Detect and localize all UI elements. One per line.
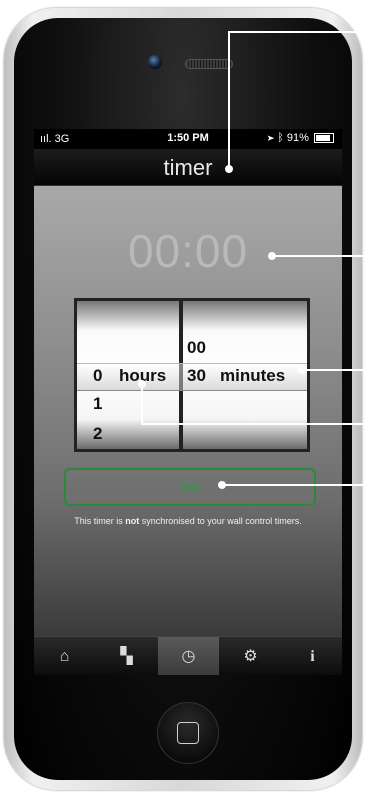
callout-dot bbox=[298, 366, 306, 374]
callout-line bbox=[228, 31, 230, 169]
status-bar: ııl. 3G 1:50 PM ➤ ᛒ 91% bbox=[34, 129, 342, 149]
screen: ııl. 3G 1:50 PM ➤ ᛒ 91% timer 00:00 0 ho… bbox=[34, 129, 342, 675]
callout-dot bbox=[138, 380, 146, 388]
sync-note-text: synchronised to your wall control timers… bbox=[139, 516, 302, 526]
callout-line bbox=[272, 255, 371, 257]
location-icon: ➤ bbox=[267, 132, 275, 144]
minutes-unit-label: minutes bbox=[220, 366, 286, 385]
timer-content: 00:00 0 hours 1 2 00 30 minutes Set This… bbox=[34, 186, 342, 636]
bluetooth-icon: ᛒ bbox=[277, 132, 284, 144]
status-right: ➤ ᛒ 91% bbox=[268, 132, 334, 144]
timer-display: 00:00 bbox=[127, 225, 249, 277]
callout-line bbox=[141, 384, 143, 425]
sync-note-emphasis: not bbox=[125, 516, 140, 526]
tab-timer[interactable]: ◷ bbox=[158, 637, 219, 675]
minutes-selected: 30 bbox=[187, 366, 206, 385]
sync-note-text: This timer is bbox=[74, 516, 126, 526]
hours-selected: 0 bbox=[93, 366, 103, 385]
tab-settings[interactable]: ⚙ bbox=[220, 637, 281, 675]
page-title: timer bbox=[34, 149, 342, 186]
battery-icon bbox=[314, 133, 334, 144]
tab-dashboard[interactable]: ▚ bbox=[96, 637, 157, 675]
timer-icon: ◷ bbox=[181, 648, 196, 665]
callout-line bbox=[228, 31, 371, 33]
info-icon: i bbox=[310, 648, 315, 665]
sync-note: This timer is not synchronised to your w… bbox=[68, 515, 308, 528]
set-button[interactable]: Set bbox=[64, 468, 316, 506]
callout-dot bbox=[225, 165, 233, 173]
speaker-grille bbox=[185, 59, 233, 69]
battery-percent: 91% bbox=[286, 132, 309, 144]
tab-home[interactable]: ⌂ bbox=[34, 637, 95, 675]
callout-line bbox=[302, 369, 371, 371]
callout-line bbox=[222, 484, 371, 486]
home-icon: ⌂ bbox=[59, 648, 70, 665]
tab-bar: ⌂ ▚ ◷ ⚙ i bbox=[34, 636, 342, 675]
tab-info[interactable]: i bbox=[282, 637, 342, 675]
callout-dot bbox=[218, 481, 226, 489]
hours-option: 1 bbox=[93, 394, 103, 413]
home-button[interactable] bbox=[157, 702, 219, 764]
hours-option: 2 bbox=[93, 424, 103, 443]
settings-icon: ⚙ bbox=[243, 648, 258, 665]
camera-icon bbox=[148, 55, 162, 69]
callout-dot bbox=[268, 252, 276, 260]
home-square-icon bbox=[177, 722, 199, 744]
minutes-option: 00 bbox=[187, 338, 206, 357]
grid-icon: ▚ bbox=[120, 648, 133, 665]
time-picker[interactable]: 0 hours 1 2 00 30 minutes bbox=[74, 298, 310, 452]
callout-line bbox=[141, 423, 371, 425]
